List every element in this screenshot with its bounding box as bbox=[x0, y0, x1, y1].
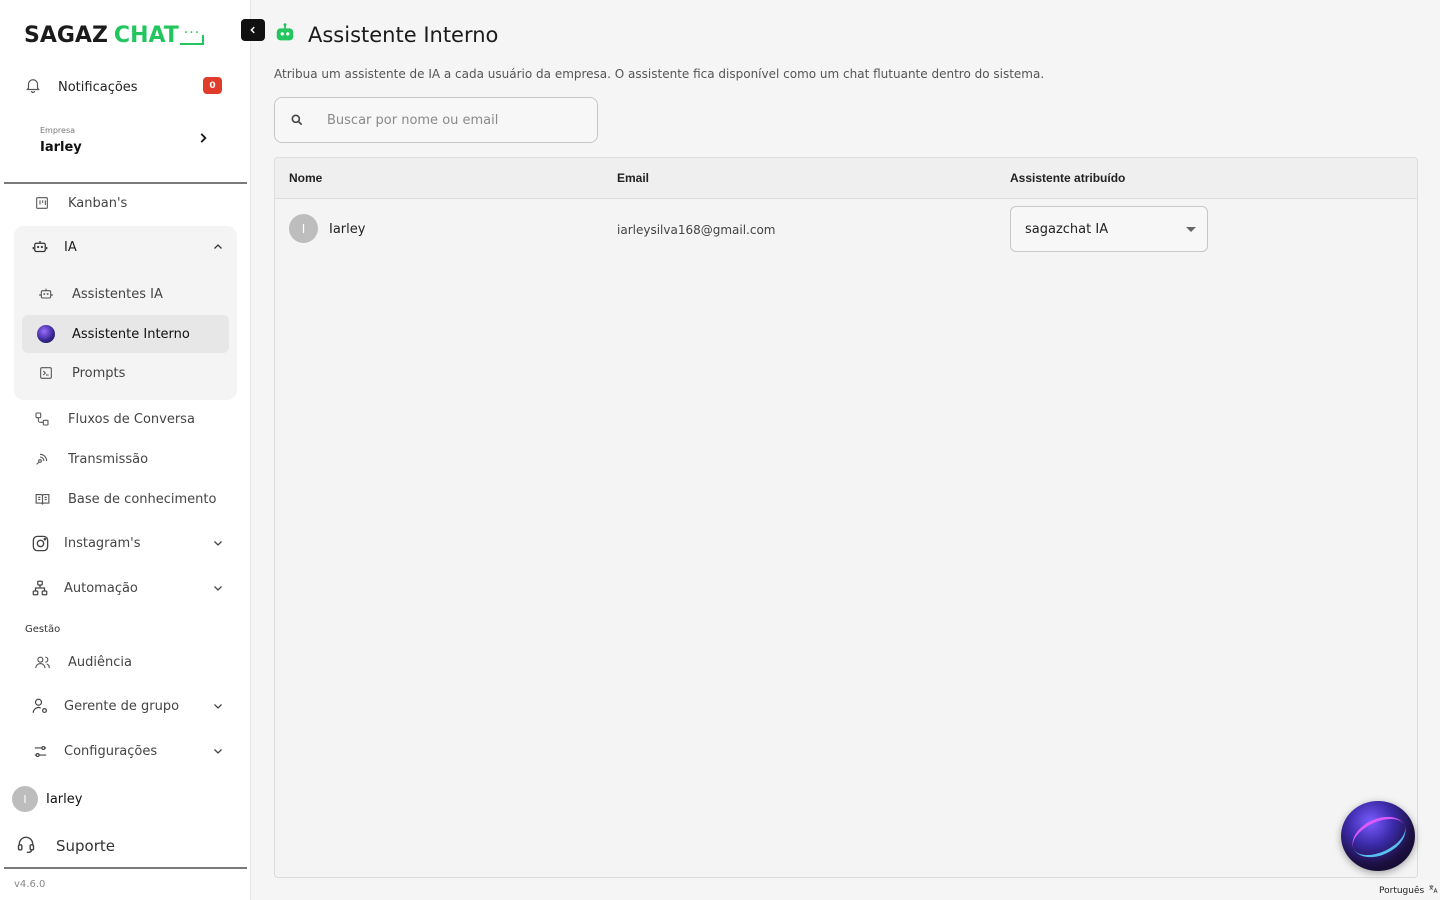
brand-logo[interactable]: SAGAZ CHAT bbox=[24, 20, 204, 50]
notifications-count-badge: 0 bbox=[203, 77, 222, 94]
orb-icon bbox=[36, 324, 56, 344]
chevron-left-icon bbox=[250, 26, 255, 34]
page-title: Assistente Interno bbox=[308, 23, 499, 47]
notifications-label: Notificações bbox=[58, 79, 138, 95]
table-header: Nome Email Assistente atribuído bbox=[275, 158, 1417, 199]
column-header-name[interactable]: Nome bbox=[289, 171, 322, 185]
chat-bubble-icon bbox=[179, 25, 204, 45]
brand-name-part2: CHAT bbox=[113, 22, 179, 48]
sidebar-item-label: Instagram's bbox=[64, 535, 141, 551]
sidebar-item-assistentes-ia[interactable]: Assistentes IA bbox=[24, 277, 230, 311]
sidebar-item-base-conhecimento[interactable]: Base de conhecimento bbox=[24, 482, 230, 516]
sidebar-item-audiencia[interactable]: Audiência bbox=[24, 645, 230, 679]
sidebar-item-instagram[interactable]: Instagram's bbox=[30, 526, 230, 560]
sidebar-item-label: Fluxos de Conversa bbox=[68, 411, 195, 427]
chevron-down-icon bbox=[212, 537, 224, 553]
sliders-icon bbox=[30, 741, 50, 761]
company-caption: Empresa bbox=[40, 126, 76, 135]
section-label-gestao: Gestão bbox=[25, 624, 61, 635]
table-row: I Iarley iarleysilva168@gmail.com sagazc… bbox=[275, 199, 1417, 259]
collapse-sidebar-button[interactable] bbox=[241, 19, 265, 41]
sidebar-item-assistente-interno[interactable]: Assistente Interno bbox=[24, 317, 230, 351]
headset-icon bbox=[16, 834, 36, 858]
sidebar-item-automacao[interactable]: Automação bbox=[30, 571, 230, 605]
column-header-email[interactable]: Email bbox=[617, 171, 649, 185]
search-input[interactable] bbox=[327, 112, 587, 128]
hierarchy-icon bbox=[30, 578, 50, 598]
instagram-icon bbox=[30, 533, 50, 553]
company-name: Iarley bbox=[40, 140, 82, 155]
user-settings-icon bbox=[30, 696, 50, 716]
sidebar-item-label: Automação bbox=[64, 580, 138, 596]
user-name: Iarley bbox=[46, 791, 83, 807]
sidebar-item-label: Kanban's bbox=[68, 195, 128, 211]
user-name-cell: Iarley bbox=[329, 222, 366, 237]
sidebar-item-label: Prompts bbox=[72, 365, 126, 381]
brand-name-part1: SAGAZ bbox=[24, 22, 108, 48]
dropdown-caret-icon bbox=[1186, 227, 1196, 232]
sidebar-item-label: Assistente Interno bbox=[72, 326, 190, 342]
avatar: I bbox=[289, 214, 318, 243]
sidebar-item-label: Configurações bbox=[64, 743, 158, 759]
sidebar-item-label: Assistentes IA bbox=[72, 286, 163, 302]
chevron-down-icon bbox=[212, 700, 224, 716]
chevron-right-icon bbox=[196, 130, 210, 149]
user-email-cell: iarleysilva168@gmail.com bbox=[617, 223, 776, 237]
column-header-assistant[interactable]: Assistente atribuído bbox=[1010, 171, 1125, 185]
search-icon bbox=[289, 112, 305, 128]
app-version: v4.6.0 bbox=[14, 879, 46, 890]
users-icon bbox=[32, 652, 52, 672]
flow-icon bbox=[32, 409, 52, 429]
page-header: Assistente Interno bbox=[274, 22, 498, 48]
sidebar-item-kanban[interactable]: Kanban's bbox=[24, 186, 230, 220]
language-selector[interactable]: Português bbox=[1379, 884, 1438, 897]
terminal-icon bbox=[36, 363, 56, 383]
language-label: Português bbox=[1379, 885, 1425, 896]
assistant-select[interactable]: sagazchat IA bbox=[1010, 206, 1208, 252]
broadcast-icon bbox=[32, 449, 52, 469]
sidebar-divider bbox=[4, 182, 247, 184]
sidebar-item-transmissao[interactable]: Transmissão bbox=[24, 442, 230, 476]
sidebar-item-label: Base de conhecimento bbox=[68, 491, 217, 507]
robot-icon bbox=[274, 22, 296, 48]
sidebar-item-label: IA bbox=[64, 239, 77, 255]
assistant-selected-value: sagazchat IA bbox=[1025, 221, 1109, 237]
company-selector[interactable]: Empresa Iarley bbox=[24, 118, 220, 162]
support-link[interactable]: Suporte bbox=[16, 834, 115, 858]
book-icon bbox=[32, 489, 52, 509]
notifications-item[interactable]: Notificações 0 bbox=[24, 72, 230, 102]
robot-icon bbox=[36, 284, 56, 304]
sidebar-item-label: Audiência bbox=[68, 654, 132, 670]
sidebar: SAGAZ CHAT Notificações 0 Empresa Iarley… bbox=[0, 0, 251, 900]
users-table: Nome Email Assistente atribuído I Iarley… bbox=[274, 157, 1418, 878]
translate-icon bbox=[1428, 884, 1438, 897]
floating-assistant-button[interactable] bbox=[1341, 801, 1415, 871]
chevron-up-icon bbox=[212, 241, 224, 257]
bell-icon bbox=[24, 76, 42, 98]
sidebar-item-gerente-grupo[interactable]: Gerente de grupo bbox=[30, 689, 230, 723]
sidebar-item-ia[interactable]: IA bbox=[30, 230, 230, 264]
sidebar-item-configuracoes[interactable]: Configurações bbox=[30, 734, 230, 768]
sidebar-item-prompts[interactable]: Prompts bbox=[24, 356, 230, 390]
avatar: I bbox=[12, 786, 38, 812]
page-description: Atribua um assistente de IA a cada usuár… bbox=[274, 67, 1045, 81]
sidebar-item-label: Transmissão bbox=[68, 451, 149, 467]
sidebar-item-label: Gerente de grupo bbox=[64, 698, 180, 714]
sidebar-item-fluxos[interactable]: Fluxos de Conversa bbox=[24, 402, 230, 436]
search-box[interactable] bbox=[274, 97, 598, 143]
chevron-down-icon bbox=[212, 582, 224, 598]
chevron-down-icon bbox=[212, 745, 224, 761]
robot-icon bbox=[30, 237, 50, 257]
kanban-icon bbox=[32, 193, 52, 213]
sidebar-divider bbox=[4, 867, 247, 869]
sidebar-user-profile[interactable]: I Iarley bbox=[12, 786, 82, 812]
support-label: Suporte bbox=[56, 837, 116, 855]
